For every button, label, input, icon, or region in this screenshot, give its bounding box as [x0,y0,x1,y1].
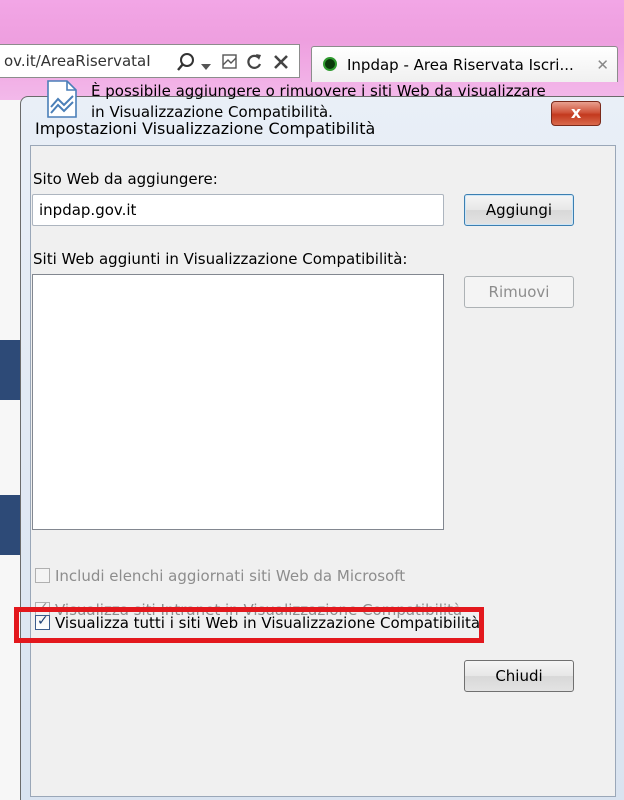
refresh-icon[interactable] [244,52,264,72]
remove-button[interactable]: Rimuovi [464,276,574,308]
checkmark-icon: ✓ [37,613,49,629]
site-list[interactable] [32,274,444,530]
checkbox[interactable] [35,568,50,583]
tab-close-icon[interactable]: ✕ [596,56,609,74]
info-text: È possibile aggiungere o rimuovere i sit… [91,82,546,121]
close-button[interactable]: Chiudi [464,660,574,692]
page-band [0,495,20,555]
compatibility-view-icon [47,80,77,118]
add-site-input[interactable] [32,194,444,226]
add-button[interactable]: Aggiungi [464,194,574,226]
browser-tab[interactable]: Inpdap - Area Riservata Iscri... ✕ [311,46,618,82]
option-include-microsoft-lists[interactable]: Includi elenchi aggiornati siti Web da M… [35,567,405,585]
site-list-label: Siti Web aggiunti in Visualizzazione Com… [33,250,408,268]
option-all-sites[interactable]: ✓ Visualizza tutti i siti Web in Visualiz… [35,613,481,632]
address-text: ov.it/AreaRiservataI [4,52,151,70]
option-label: Visualizza tutti i siti Web in Visualizz… [55,614,481,632]
tab-title: Inpdap - Area Riservata Iscri... [347,56,574,74]
page-band [0,340,20,400]
address-bar[interactable]: ov.it/AreaRiservataI [0,44,300,78]
site-favicon-icon [323,57,337,71]
stop-icon[interactable] [272,52,290,72]
dropdown-arrow-icon[interactable] [201,58,211,78]
page-background [0,100,20,800]
add-site-label: Sito Web da aggiungere: [33,170,218,188]
option-label: Includi elenchi aggiornati siti Web da M… [55,567,406,585]
search-icon[interactable] [176,52,198,72]
checkbox[interactable]: ✓ [35,613,50,630]
compatibility-view-icon[interactable] [220,52,240,72]
